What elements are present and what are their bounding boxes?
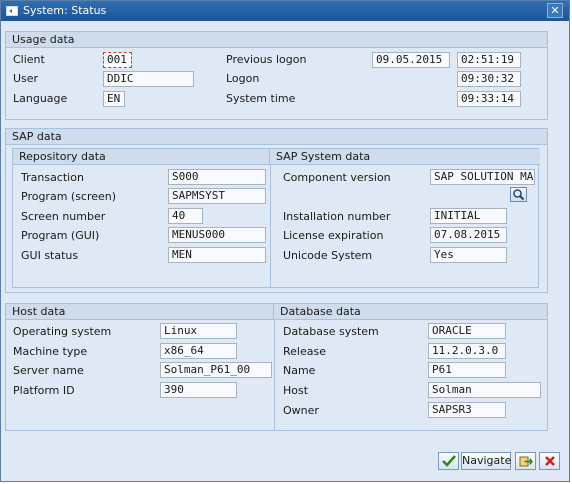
cancel-icon [544, 456, 555, 466]
navigate-button[interactable]: Navigate [461, 452, 511, 470]
program-gui-label: Program (GUI) [21, 229, 100, 242]
database-data-title: Database data [274, 304, 547, 320]
language-label: Language [13, 92, 68, 105]
repository-data-group: Repository data SAP System data Transact… [12, 148, 540, 288]
close-button[interactable]: ✕ [547, 3, 563, 18]
check-icon [441, 455, 456, 467]
host-db-divider [274, 320, 275, 430]
sap-data-divider [270, 165, 271, 287]
owner-field[interactable]: SAPSR3 [428, 402, 506, 418]
server-name-field[interactable]: Solman_P61_00 [160, 362, 272, 378]
host-database-group: Host data Database data Operating system… [5, 303, 548, 431]
platform-id-label: Platform ID [13, 384, 75, 397]
platform-id-field[interactable]: 390 [160, 382, 237, 398]
client-label: Client [13, 53, 45, 66]
db-name-label: Name [283, 364, 316, 377]
close-icon: ✕ [550, 4, 560, 17]
system-time-label: System time [226, 92, 296, 105]
repository-data-title: Repository data [13, 149, 270, 165]
client-field[interactable]: 001 [103, 52, 132, 68]
machine-type-field[interactable]: x86_64 [160, 343, 237, 359]
gui-status-field[interactable]: MEN [168, 247, 266, 263]
program-gui-field[interactable]: MENUS000 [168, 227, 266, 243]
license-expiration-field[interactable]: 07.08.2015 [430, 227, 507, 243]
previous-logon-label: Previous logon [226, 53, 307, 66]
magnifier-icon [513, 189, 525, 201]
usage-data-group: Usage data Client 001 User DDIC Language… [5, 31, 548, 120]
release-field[interactable]: 11.2.0.3.0 [428, 343, 506, 359]
owner-label: Owner [283, 404, 319, 417]
system-time-field[interactable]: 09:33:14 [457, 91, 521, 107]
user-field[interactable]: DDIC [103, 71, 194, 87]
component-details-button[interactable] [510, 187, 527, 202]
language-field[interactable]: EN [103, 91, 125, 107]
component-version-label: Component version [283, 171, 391, 184]
host-data-title: Host data [6, 304, 274, 320]
transaction-label: Transaction [21, 171, 84, 184]
user-label: User [13, 72, 39, 85]
gui-status-label: GUI status [21, 249, 79, 262]
program-screen-field[interactable]: SAPMSYST [168, 188, 266, 204]
sap-data-group: SAP data Repository data SAP System data… [5, 128, 548, 293]
operating-system-field[interactable]: Linux [160, 323, 237, 339]
export-button[interactable] [515, 452, 536, 470]
release-label: Release [283, 345, 326, 358]
license-expiration-label: License expiration [283, 229, 384, 242]
sap-data-title: SAP data [6, 129, 547, 145]
usage-data-title: Usage data [6, 32, 547, 48]
server-name-label: Server name [13, 364, 84, 377]
component-version-field[interactable]: SAP SOLUTION MA... [430, 169, 535, 185]
title-bar: System: Status ✕ [1, 1, 569, 21]
program-screen-label: Program (screen) [21, 190, 117, 203]
transaction-field[interactable]: S000 [168, 169, 266, 185]
unicode-system-field[interactable]: Yes [430, 247, 507, 263]
export-icon [519, 456, 533, 467]
status-dialog: System: Status ✕ Usage data Client 001 U… [0, 0, 570, 482]
db-name-field[interactable]: P61 [428, 362, 506, 378]
window-icon [6, 6, 18, 16]
database-system-label: Database system [283, 325, 379, 338]
sap-system-data-title: SAP System data [270, 149, 540, 165]
db-host-label: Host [283, 384, 309, 397]
installation-number-label: Installation number [283, 210, 391, 223]
db-host-field[interactable]: Solman [428, 382, 541, 398]
machine-type-label: Machine type [13, 345, 88, 358]
unicode-system-label: Unicode System [283, 249, 373, 262]
installation-number-field[interactable]: INITIAL [430, 208, 507, 224]
screen-number-label: Screen number [21, 210, 106, 223]
logon-label: Logon [226, 72, 260, 85]
window-title: System: Status [23, 4, 107, 17]
screen-number-field[interactable]: 40 [168, 208, 203, 224]
previous-logon-time[interactable]: 02:51:19 [457, 52, 521, 68]
logon-time[interactable]: 09:30:32 [457, 71, 521, 87]
operating-system-label: Operating system [13, 325, 112, 338]
cancel-button[interactable] [539, 452, 560, 470]
database-system-field[interactable]: ORACLE [428, 323, 506, 339]
previous-logon-date[interactable]: 09.05.2015 [372, 52, 450, 68]
ok-button[interactable] [438, 452, 459, 470]
